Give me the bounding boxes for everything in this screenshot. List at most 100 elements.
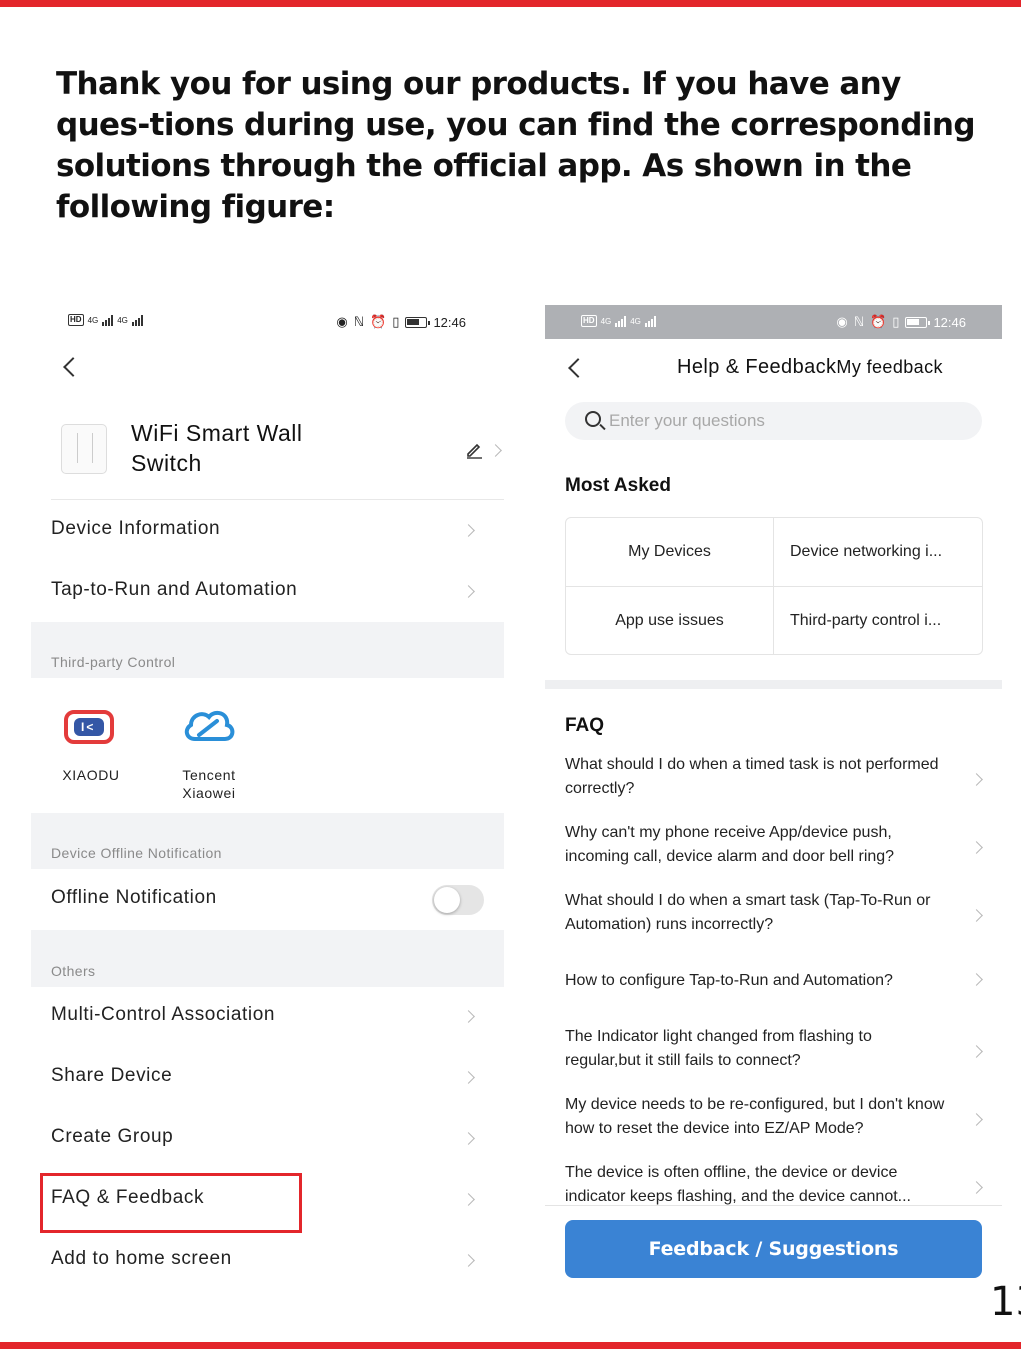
- most-asked-item[interactable]: Device networking i...: [774, 518, 981, 586]
- battery-icon: [905, 316, 931, 328]
- chevron-right-icon: [462, 1132, 475, 1145]
- faq-question: What should I do when a smart task (Tap-…: [565, 892, 931, 933]
- most-asked-heading: Most Asked: [565, 475, 671, 496]
- back-arrow-icon[interactable]: [568, 358, 588, 378]
- row-label: Create Group: [51, 1126, 174, 1147]
- faq-item[interactable]: The device is often offline, the device …: [565, 1161, 985, 1205]
- vibrate-icon: ▯: [392, 314, 400, 329]
- chevron-right-icon: [462, 1254, 475, 1267]
- nav-title: Help & FeedbackMy feedback: [677, 356, 943, 379]
- chevron-right-icon: [462, 585, 475, 598]
- signal-label-1: 4G: [600, 316, 612, 326]
- row-tap-to-run[interactable]: Tap-to-Run and Automation: [31, 561, 504, 622]
- nfc-icon: ℕ: [853, 314, 865, 329]
- chevron-right-icon: [462, 1193, 475, 1206]
- search-bar[interactable]: [565, 402, 982, 440]
- section-label: Others: [51, 963, 96, 979]
- chevron-right-icon: [970, 973, 983, 986]
- status-bar: HD 4G 4G ◉ ℕ ⏰ ▯ 12:46: [31, 300, 504, 346]
- faq-question: The device is often offline, the device …: [565, 1164, 911, 1205]
- offline-notification-toggle[interactable]: [432, 885, 484, 915]
- most-asked-item[interactable]: Third-party control i...: [774, 587, 981, 655]
- row-label: Offline Notification: [51, 887, 217, 908]
- battery-icon: [405, 316, 431, 328]
- device-settings-screen: HD 4G 4G ◉ ℕ ⏰ ▯ 12:46 WiFi Smart Wall S…: [31, 300, 504, 1300]
- back-arrow-icon[interactable]: [63, 357, 83, 377]
- faq-item[interactable]: What should I do when a timed task is no…: [565, 753, 985, 821]
- chevron-right-icon: [970, 841, 983, 854]
- third-party-tencent[interactable]: Tencent Xiaowei: [167, 766, 251, 802]
- signal-bars-icon-2: [131, 314, 143, 326]
- top-red-bar: [0, 0, 1021, 7]
- chevron-right-icon: [970, 1113, 983, 1126]
- hd-icon: HD: [581, 315, 597, 327]
- chevron-right-icon: [970, 773, 983, 786]
- row-create-group[interactable]: Create Group: [31, 1108, 504, 1169]
- most-asked-item[interactable]: My Devices: [566, 518, 773, 586]
- section-label: Device Offline Notification: [51, 845, 222, 861]
- status-time: 12:46: [933, 314, 966, 330]
- chevron-right-icon: [970, 1181, 983, 1194]
- chevron-right-icon: [970, 1045, 983, 1058]
- faq-item[interactable]: My device needs to be re-configured, but…: [565, 1093, 985, 1161]
- row-multi-control[interactable]: Multi-Control Association: [31, 986, 504, 1047]
- most-asked-grid: My Devices Device networking i... App us…: [565, 517, 983, 655]
- hd-icon: HD: [68, 314, 84, 326]
- tencent-cloud-icon[interactable]: [181, 705, 237, 747]
- chevron-right-icon: [462, 1071, 475, 1084]
- section-divider: [545, 680, 1002, 689]
- divider: [545, 1205, 1002, 1206]
- eye-icon: ◉: [836, 314, 848, 329]
- status-bar: HD 4G 4G ◉ ℕ ⏰ ▯ 12:46: [545, 305, 1002, 339]
- chevron-right-icon: [489, 444, 502, 457]
- alarm-icon: ⏰: [370, 314, 387, 329]
- signal-bars-icon: [615, 315, 627, 327]
- edit-pencil-icon[interactable]: [465, 441, 483, 459]
- device-thumbnail: [61, 424, 107, 474]
- chevron-right-icon: [462, 1010, 475, 1023]
- intro-text: Thank you for using our products. If you…: [56, 66, 976, 225]
- signal-label-2: 4G: [117, 315, 128, 325]
- third-party-xiaodu[interactable]: XIAODU: [51, 766, 131, 784]
- row-label: Share Device: [51, 1065, 173, 1086]
- section-others: Others: [31, 930, 504, 987]
- faq-item[interactable]: The Indicator light changed from flashin…: [565, 1025, 985, 1093]
- faq-question: The Indicator light changed from flashin…: [565, 1028, 872, 1069]
- alarm-icon: ⏰: [870, 314, 887, 329]
- signal-label-1: 4G: [87, 315, 99, 325]
- eye-icon: ◉: [336, 314, 348, 329]
- page-title: Help & Feedback: [677, 356, 837, 378]
- faq-item[interactable]: Why can't my phone receive App/device pu…: [565, 821, 985, 889]
- chevron-right-icon: [462, 524, 475, 537]
- page-number: 13: [990, 1279, 1021, 1325]
- search-icon: [585, 411, 601, 427]
- faq-question: What should I do when a timed task is no…: [565, 756, 939, 797]
- vibrate-icon: ▯: [892, 314, 900, 329]
- row-share-device[interactable]: Share Device: [31, 1047, 504, 1108]
- faq-item[interactable]: What should I do when a smart task (Tap-…: [565, 889, 985, 957]
- xiaodu-logo-icon[interactable]: I<: [64, 710, 114, 744]
- device-name: WiFi Smart Wall Switch: [131, 420, 303, 476]
- faq-question: How to configure Tap-to-Run and Automati…: [565, 972, 893, 989]
- row-device-information[interactable]: Device Information: [31, 500, 504, 561]
- row-add-home-screen[interactable]: Add to home screen: [31, 1230, 504, 1291]
- faq-heading: FAQ: [565, 715, 605, 736]
- row-label: Multi-Control Association: [51, 1004, 276, 1025]
- row-label: Add to home screen: [51, 1248, 232, 1269]
- faq-highlight-box: [40, 1173, 302, 1233]
- most-asked-item[interactable]: App use issues: [566, 587, 773, 655]
- search-input[interactable]: [609, 406, 969, 436]
- my-feedback-link[interactable]: My feedback: [836, 357, 942, 377]
- signal-bars-icon-2: [644, 315, 656, 327]
- signal-bars-icon: [102, 314, 114, 326]
- device-header[interactable]: WiFi Smart Wall Switch: [51, 410, 504, 500]
- section-label: Third-party Control: [51, 654, 176, 670]
- status-time: 12:46: [433, 314, 466, 330]
- feedback-suggestions-button[interactable]: Feedback / Suggestions: [565, 1220, 982, 1278]
- faq-question: Why can't my phone receive App/device pu…: [565, 824, 895, 865]
- help-feedback-screen: HD 4G 4G ◉ ℕ ⏰ ▯ 12:46 Help & FeedbackMy…: [545, 305, 1002, 1285]
- section-third-party: Third-party Control: [31, 622, 504, 678]
- bottom-red-bar: [0, 1342, 1021, 1349]
- nfc-icon: ℕ: [353, 314, 365, 329]
- row-label: Device Information: [51, 518, 221, 539]
